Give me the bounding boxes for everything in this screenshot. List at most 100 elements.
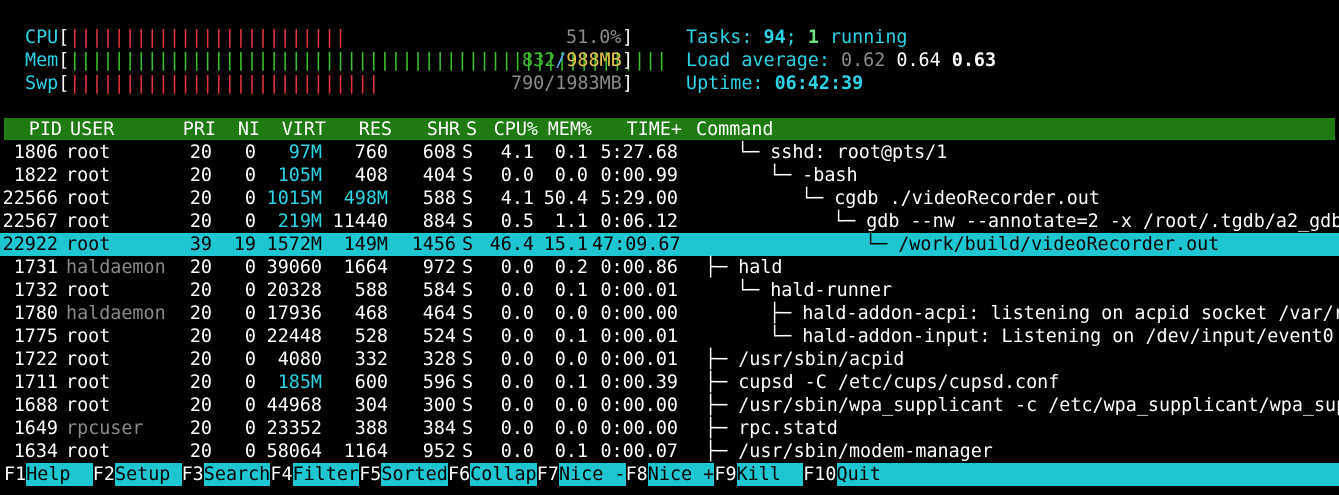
command-text: hald-addon-input: Listening on /dev/inpu… bbox=[802, 326, 1334, 347]
fkey-f5-label[interactable]: Sorted bbox=[381, 463, 448, 486]
command-text: gdb --nw --annotate=2 -x /root/.tgdb/a2_… bbox=[866, 211, 1339, 232]
fkey-f2[interactable]: F2 bbox=[93, 463, 115, 486]
cell-virt: 219M bbox=[277, 211, 322, 232]
col-res[interactable]: RES bbox=[334, 118, 392, 141]
process-row[interactable]: 22566 root 20 0 1015M 498M 588 S 4.1 50.4 5:29.00 └… bbox=[0, 187, 1339, 210]
cell-mem: 0.0 bbox=[554, 418, 588, 439]
cell-user: root bbox=[66, 349, 111, 370]
process-row[interactable]: 1711 root 20 0 185M 600 596 S 0.0 0.1 0:00.39 ├─ cu… bbox=[0, 371, 1339, 394]
cell-pri: 20 bbox=[189, 280, 212, 301]
cell-command: └─ sshd: root@pts/1 bbox=[737, 141, 947, 164]
process-row[interactable]: 1806 root 20 0 97M 760 608 S 4.1 0.1 5:27.68 └─ ssh… bbox=[0, 141, 1339, 164]
cell-ni: 0 bbox=[244, 165, 256, 186]
cell-mem: 1.1 bbox=[554, 211, 588, 232]
cell-pid: 1732 bbox=[13, 280, 58, 301]
fkey-f2-label[interactable]: Setup bbox=[115, 463, 182, 486]
tree-connector: └─ bbox=[769, 326, 803, 347]
cell-s: S bbox=[462, 303, 474, 324]
cell-s: S bbox=[462, 395, 474, 416]
col-pri[interactable]: PRI bbox=[170, 118, 216, 141]
cell-cpu: 0.0 bbox=[500, 349, 534, 370]
tree-connector: └─ bbox=[833, 211, 867, 232]
fkey-f6-label[interactable]: Collap bbox=[470, 463, 537, 486]
cell-user: root bbox=[66, 165, 111, 186]
cell-res: 149M bbox=[343, 234, 388, 255]
process-row[interactable]: 1649 rpcuser 20 0 23352 388 384 S 0.0 0.0 0:00.00 ├… bbox=[0, 417, 1339, 440]
process-row[interactable]: 1775 root 20 0 22448 528 524 S 0.0 0.1 0:00.01 └─ h… bbox=[0, 325, 1339, 348]
cell-shr: 884 bbox=[422, 211, 456, 232]
cell-time: 0:00.01 bbox=[600, 280, 678, 301]
col-mem[interactable]: MEM% bbox=[542, 118, 592, 141]
process-row[interactable]: 1780 haldaemon 20 0 17936 468 464 S 0.0 0.0 0:00.0… bbox=[0, 302, 1339, 325]
cell-mem: 50.4 bbox=[543, 188, 588, 209]
cell-mem: 0.0 bbox=[554, 349, 588, 370]
fkey-f3[interactable]: F3 bbox=[182, 463, 204, 486]
fkey-f1-label[interactable]: Help bbox=[26, 463, 93, 486]
cell-res: 588 bbox=[354, 280, 388, 301]
col-pid[interactable]: PID bbox=[4, 118, 62, 141]
cell-pri: 20 bbox=[189, 257, 212, 278]
cell-pid: 22922 bbox=[2, 234, 58, 255]
cell-shr: 608 bbox=[422, 142, 456, 163]
process-row[interactable]: 1688 root 20 0 44968 304 300 S 0.0 0.0 0:00.00 ├─ /… bbox=[0, 394, 1339, 417]
fkey-f4-label[interactable]: Filter bbox=[292, 463, 360, 486]
cell-res: 528 bbox=[354, 326, 388, 347]
process-row[interactable]: 22922 root 39 19 1572M 149M 1456 S 46.4 15.1 47:09… bbox=[0, 233, 1339, 256]
cpu-meter-bar: ||||||||||||||||||||||||| bbox=[69, 27, 347, 48]
cell-virt: 22448 bbox=[266, 326, 322, 347]
tasks-running: 1 bbox=[807, 27, 819, 48]
fkey-f6[interactable]: F6 bbox=[448, 463, 470, 486]
process-row[interactable]: 1634 root 20 0 58064 1164 952 S 0.0 0.1 0:00.07 ├─ … bbox=[0, 440, 1339, 463]
fkey-f5[interactable]: F5 bbox=[359, 463, 381, 486]
cell-pri: 20 bbox=[189, 188, 212, 209]
fkey-f8-label[interactable]: Nice + bbox=[647, 463, 715, 486]
process-row[interactable]: 1731 haldaemon 20 0 39060 1664 972 S 0.0 0.2 0:00.… bbox=[0, 256, 1339, 279]
process-row[interactable]: 1732 root 20 0 20328 588 584 S 0.0 0.1 0:00.01 └─ h… bbox=[0, 279, 1339, 302]
cell-user: root bbox=[66, 441, 111, 462]
col-virt[interactable]: VIRT bbox=[266, 118, 326, 141]
fkey-f1[interactable]: F1 bbox=[4, 463, 26, 486]
cell-pid: 22566 bbox=[2, 188, 58, 209]
cell-virt: 39060 bbox=[266, 257, 322, 278]
cell-ni: 0 bbox=[244, 303, 256, 324]
cell-pri: 20 bbox=[189, 441, 212, 462]
col-ni[interactable]: NI bbox=[224, 118, 260, 141]
cell-pri: 20 bbox=[189, 395, 212, 416]
fkey-f4[interactable]: F4 bbox=[270, 463, 292, 486]
cell-time: 0:00.86 bbox=[600, 257, 678, 278]
tasks-summary: Tasks: 94; 1 running bbox=[686, 27, 908, 48]
col-time[interactable]: TIME+ bbox=[596, 118, 682, 141]
cell-s: S bbox=[462, 188, 474, 209]
cell-time: 5:27.68 bbox=[600, 142, 678, 163]
cell-pri: 20 bbox=[189, 142, 212, 163]
command-text: hald bbox=[738, 257, 783, 278]
col-state[interactable]: S bbox=[466, 118, 477, 141]
cell-cpu: 0.0 bbox=[500, 280, 534, 301]
fkey-f10[interactable]: F10 bbox=[803, 463, 836, 486]
cell-mem: 15.1 bbox=[543, 234, 588, 255]
process-row[interactable]: 1722 root 20 0 4080 332 328 S 0.0 0.0 0:00.01 ├─ /u… bbox=[0, 348, 1339, 371]
tree-connector: ├─ bbox=[705, 441, 739, 462]
fkey-f3-label[interactable]: Search bbox=[203, 463, 271, 486]
cell-virt: 105M bbox=[277, 165, 322, 186]
process-row[interactable]: 22567 root 20 0 219M 11440 884 S 0.5 1.1 0:06.12 └─… bbox=[0, 210, 1339, 233]
col-user[interactable]: USER bbox=[70, 118, 114, 141]
fkey-f10-label[interactable]: Quit bbox=[836, 463, 1339, 486]
cell-s: S bbox=[462, 418, 474, 439]
fkey-f8[interactable]: F8 bbox=[626, 463, 648, 486]
col-cpu[interactable]: CPU% bbox=[484, 118, 538, 141]
cell-shr: 972 bbox=[422, 257, 456, 278]
cell-command: ├─ rpc.statd bbox=[705, 417, 838, 440]
cell-command: ├─ hald bbox=[705, 256, 783, 279]
function-key-bar: F1 Help F2 Setup F3 Search F4 Filter F5 Sorted F… bbox=[0, 463, 1339, 486]
col-shr[interactable]: SHR bbox=[402, 118, 460, 141]
fkey-f7-label[interactable]: Nice - bbox=[559, 463, 626, 486]
fkey-f9-label[interactable]: Kill bbox=[736, 463, 804, 486]
process-row[interactable]: 1822 root 20 0 105M 408 404 S 0.0 0.0 0:00.99 └─ -b… bbox=[0, 164, 1339, 187]
cell-command: └─ cgdb ./videoRecorder.out bbox=[801, 187, 1100, 210]
cell-ni: 19 bbox=[233, 234, 256, 255]
col-command[interactable]: Command bbox=[696, 118, 774, 141]
fkey-f7[interactable]: F7 bbox=[537, 463, 559, 486]
cell-res: 304 bbox=[354, 395, 388, 416]
fkey-f9[interactable]: F9 bbox=[714, 463, 736, 486]
